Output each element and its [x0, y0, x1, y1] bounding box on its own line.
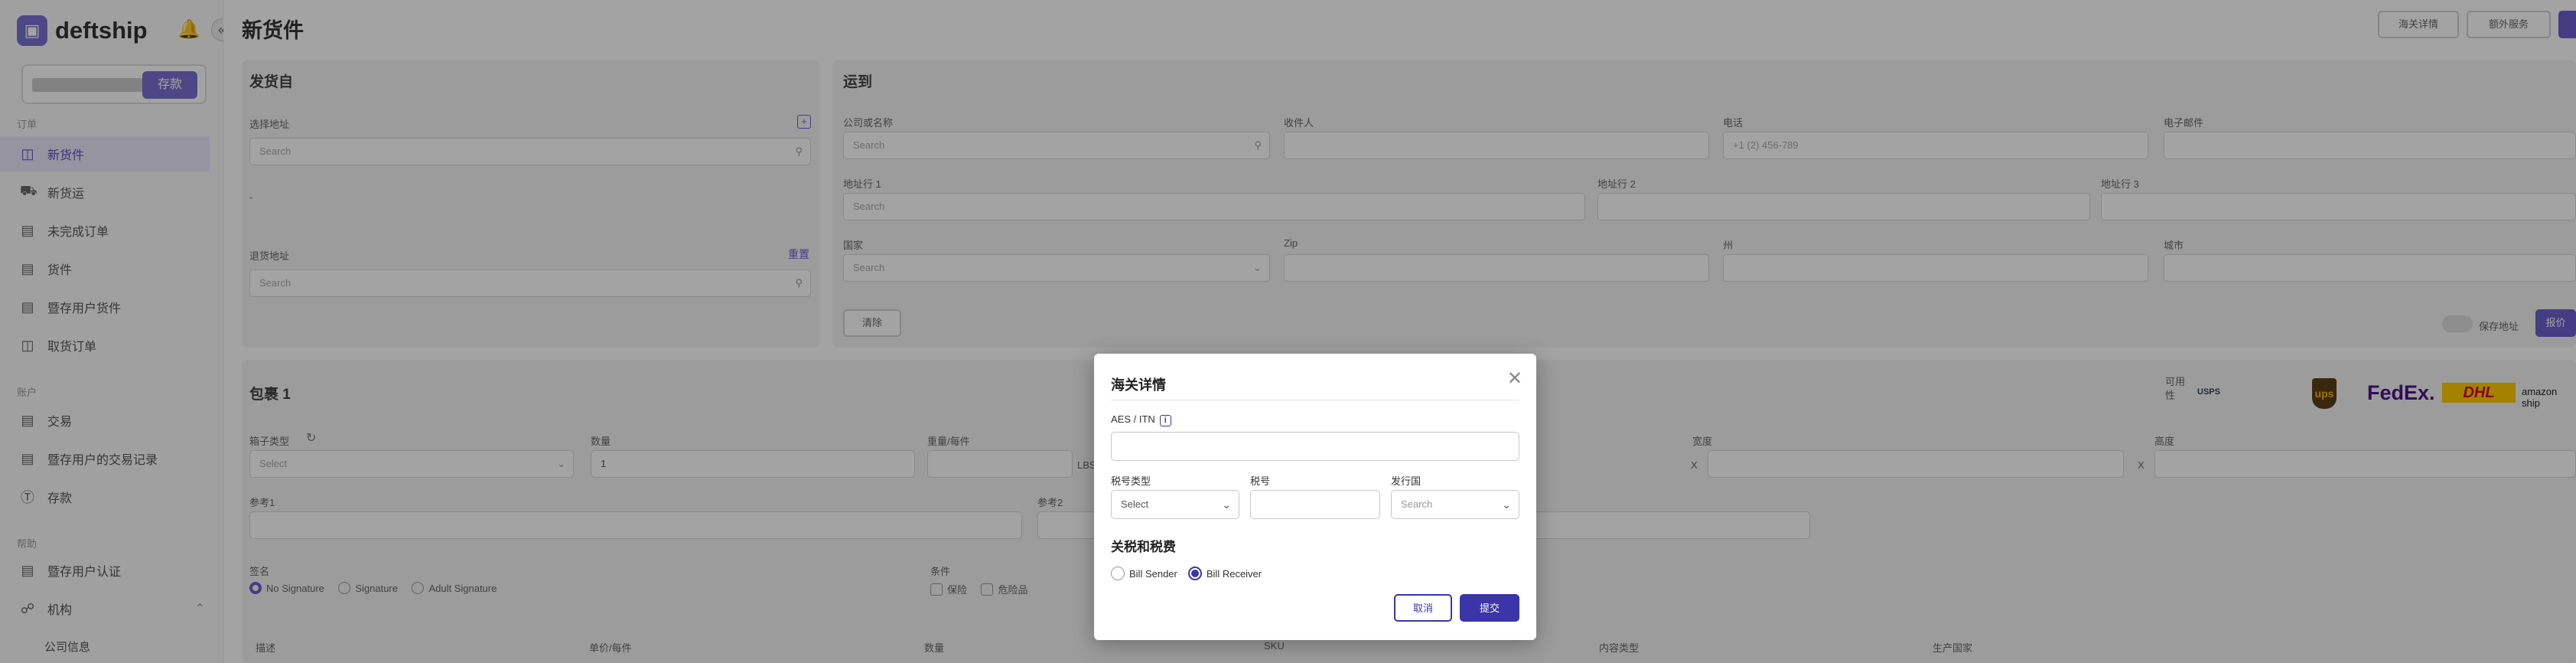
modal-title: 海关详情 — [1111, 377, 1166, 393]
close-icon[interactable]: ✕ — [1507, 367, 1522, 390]
issuing-country-select[interactable]: Search ⌄ — [1391, 490, 1519, 519]
tax-id-label: 税号 — [1250, 475, 1271, 487]
radio-label: Bill Sender — [1129, 567, 1177, 580]
aes-itn-text: AES / ITN — [1111, 413, 1155, 425]
tax-id-input[interactable] — [1250, 490, 1380, 519]
radio-bill-receiver[interactable]: Bill Receiver — [1187, 567, 1262, 580]
chevron-down-icon: ⌄ — [1222, 498, 1231, 511]
customs-details-modal: 海关详情 ✕ AES / ITN i 税号类型 Select ⌄ 税号 发行国 Se… — [1094, 354, 1536, 640]
aes-itn-label: AES / ITN i — [1111, 413, 1171, 426]
radio-dot — [1111, 567, 1125, 580]
submit-button[interactable]: 提交 — [1460, 594, 1519, 622]
duties-billing-options: Bill Sender Bill Receiver — [1111, 567, 1262, 580]
radio-bill-sender[interactable]: Bill Sender — [1111, 567, 1177, 580]
radio-label: Bill Receiver — [1206, 567, 1262, 580]
tax-id-type-label: 税号类型 — [1111, 475, 1151, 487]
chevron-down-icon: ⌄ — [1502, 498, 1511, 511]
duties-taxes-heading: 关税和税费 — [1111, 540, 1176, 554]
select-value: Select — [1121, 498, 1149, 510]
info-icon[interactable]: i — [1159, 415, 1171, 426]
tax-id-type-select[interactable]: Select ⌄ — [1111, 490, 1239, 519]
radio-dot-selected — [1187, 567, 1202, 580]
issuing-country-label: 发行国 — [1391, 475, 1422, 487]
cancel-button[interactable]: 取消 — [1394, 594, 1452, 622]
app-window: ▣ deftship 🔔 « 存款 订单 ◫ 新货件 ⛟ 新货运 ▤ 未完成订单 ▤ 货… — [0, 0, 2576, 663]
aes-itn-input[interactable] — [1111, 432, 1519, 461]
search-placeholder: Search — [1401, 498, 1433, 510]
